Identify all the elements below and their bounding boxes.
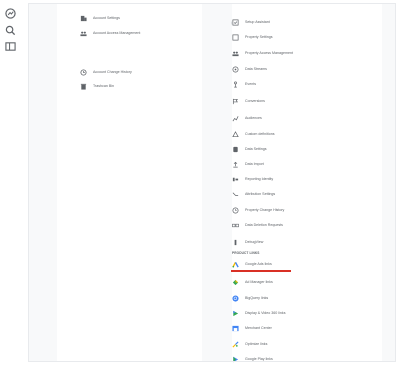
attribution-icon [232, 191, 239, 198]
account-change-history-label: Account Change History [93, 70, 132, 74]
property-settings-label: Property Settings [245, 35, 273, 39]
data-streams-item[interactable]: Data Streams [232, 62, 267, 76]
history-icon [232, 207, 239, 214]
left-nav-rail [0, 0, 22, 365]
trashcan-label: Trashcan Bin [93, 84, 115, 88]
optimize-links-item[interactable]: Optimize links [232, 337, 267, 351]
property-change-history-label: Property Change History [245, 208, 285, 212]
property-change-history-item[interactable]: Property Change History [232, 203, 284, 217]
google-ads-icon [232, 261, 239, 268]
property-column: Setup Assistant Property Settings Proper… [231, 4, 382, 366]
admin-panel: Account Settings Account Access Manageme… [28, 3, 396, 366]
bigquery-links-label: BigQuery links [245, 296, 269, 300]
reporting-identity-label: Reporting Identity [245, 177, 274, 181]
dd-icon [232, 222, 239, 229]
trash-icon [80, 83, 87, 90]
dashboard-icon[interactable] [5, 39, 16, 51]
custom-definitions-label: Custom definitions [245, 132, 275, 136]
people-icon [80, 30, 87, 37]
property-settings-item[interactable]: Property Settings [232, 30, 273, 44]
audiences-item[interactable]: Audiences [232, 111, 262, 125]
merchant-center-label: Merchant Center [245, 326, 272, 330]
account-change-history-item[interactable]: Account Change History [80, 65, 132, 79]
bigquery-links-item[interactable]: BigQuery links [232, 291, 268, 305]
debugview-item[interactable]: DebugView [232, 235, 263, 249]
touch-icon [232, 81, 239, 88]
optimize-links-label: Optimize links [245, 342, 268, 346]
display-video-icon [232, 310, 239, 317]
data-import-label: Data Import [245, 162, 264, 166]
data-deletion-requests-item[interactable]: Data Deletion Requests [232, 218, 283, 232]
attribution-settings-label: Attribution Settings [245, 192, 276, 196]
bottom-divider [28, 361, 396, 362]
merchant-center-icon [232, 325, 239, 332]
data-settings-label: Data Settings [245, 147, 267, 151]
property-access-management-item[interactable]: Property Access Management [232, 46, 293, 60]
events-item[interactable]: Events [232, 77, 256, 91]
account-settings-label: Account Settings [93, 16, 120, 20]
setup-assistant-item[interactable]: Setup Assistant [232, 15, 270, 29]
building-icon [80, 15, 87, 22]
analytics-icon[interactable] [5, 6, 16, 19]
upload-icon [232, 161, 239, 168]
data-deletion-requests-label: Data Deletion Requests [245, 223, 283, 227]
data-streams-label: Data Streams [245, 67, 267, 71]
property-access-management-label: Property Access Management [245, 51, 293, 55]
custom-definitions-item[interactable]: Custom definitions [232, 127, 275, 141]
data-settings-item[interactable]: Data Settings [232, 142, 267, 156]
events-label: Events [245, 82, 256, 86]
trashcan-item[interactable]: Trashcan Bin [80, 79, 114, 93]
highlight-underline [231, 270, 291, 272]
bigquery-icon [232, 294, 239, 302]
debug-icon [232, 239, 239, 246]
account-column: Account Settings Account Access Manageme… [57, 4, 202, 363]
ad-manager-links-item[interactable]: Ad Manager links [232, 275, 273, 289]
account-access-management-label: Account Access Management [93, 31, 141, 35]
setup-assistant-label: Setup Assistant [245, 20, 270, 24]
reporting-identity-item[interactable]: Reporting Identity [232, 172, 273, 186]
ad-manager-links-label: Ad Manager links [245, 280, 273, 284]
google-ads-links-item[interactable]: Google Ads links [232, 257, 272, 271]
history-icon [80, 68, 87, 76]
checklist-icon [232, 19, 239, 26]
google-ads-links-label: Google Ads links [245, 262, 272, 266]
optimize-icon [232, 340, 239, 348]
database-icon [232, 146, 239, 153]
property-icon [232, 34, 239, 41]
conversions-item[interactable]: Conversions [232, 94, 265, 108]
flag-icon [232, 98, 239, 105]
display-video-360-links-item[interactable]: Display & Video 360 links [232, 306, 286, 320]
custom-definitions-icon [232, 130, 239, 138]
streams-icon [232, 66, 239, 73]
people-icon [232, 50, 239, 57]
display-video-360-links-label: Display & Video 360 links [245, 311, 286, 315]
account-settings-item[interactable]: Account Settings [80, 11, 120, 25]
attribution-settings-item[interactable]: Attribution Settings [232, 187, 275, 201]
account-access-management-item[interactable]: Account Access Management [80, 26, 140, 40]
identity-icon [232, 176, 239, 183]
product-links-heading: PRODUCT LINKS [232, 251, 260, 255]
debugview-label: DebugView [245, 240, 264, 244]
conversions-label: Conversions [245, 99, 265, 103]
google-play-links-item[interactable]: Google Play links [232, 352, 273, 366]
data-import-item[interactable]: Data Import [232, 157, 264, 171]
audience-icon [232, 115, 239, 122]
search-icon[interactable] [5, 23, 16, 36]
merchant-center-item[interactable]: Merchant Center [232, 321, 272, 335]
audiences-label: Audiences [245, 116, 262, 120]
ad-manager-icon [232, 279, 239, 286]
